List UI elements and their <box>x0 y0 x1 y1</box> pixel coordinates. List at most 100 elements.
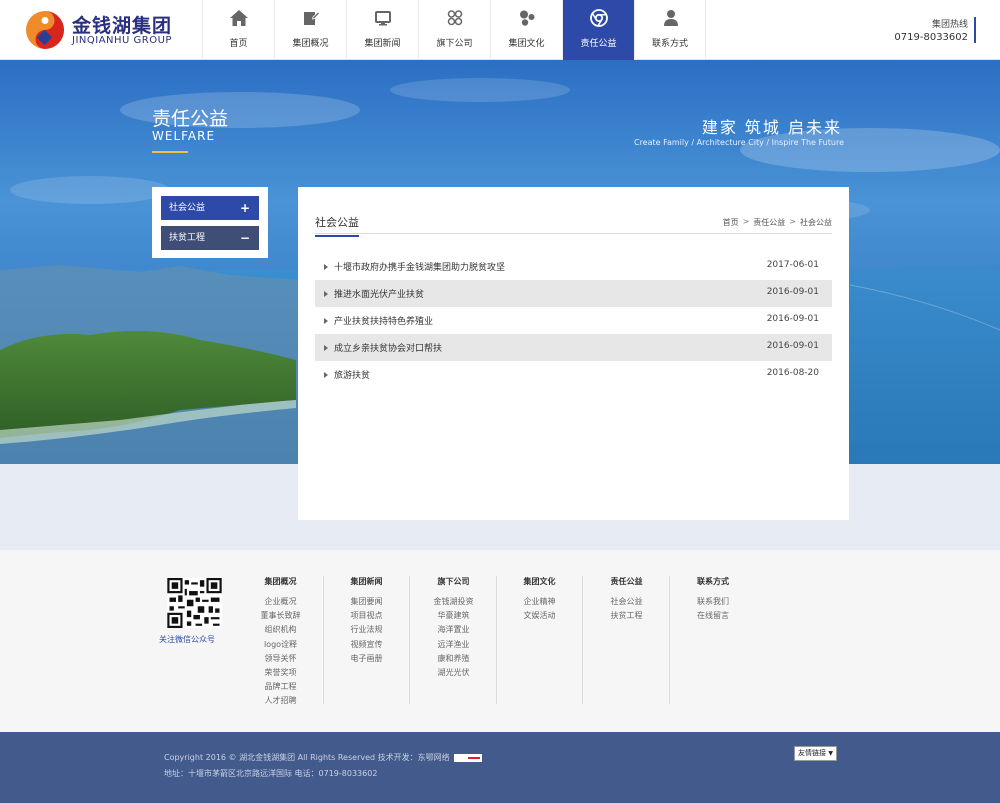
circles-icon <box>520 10 535 26</box>
article-date: 2017-06-01 <box>766 260 819 270</box>
nav-item-companies[interactable]: 旗下公司 <box>418 0 490 60</box>
nav-item-news[interactable]: 集团新闻 <box>346 0 418 60</box>
friend-links-select[interactable]: 友情链接 ▼ <box>794 746 837 761</box>
footer-link[interactable]: 远洋渔业 <box>411 638 496 652</box>
footer-column-title[interactable]: 旗下公司 <box>411 576 496 587</box>
footer-column-contact: 联系方式 联系我们 在线留言 <box>670 576 756 704</box>
footer-link[interactable]: 荣誉奖项 <box>238 666 323 680</box>
title-underline <box>152 151 188 153</box>
list-item[interactable]: 推进水面光伏产业扶贫 2016-09-01 <box>315 280 832 307</box>
copyright-line: Copyright 2016 © 湖北金钱湖集团 All Rights Rese… <box>164 752 483 763</box>
side-item-label: 社会公益 <box>169 203 206 213</box>
footer-link[interactable]: 华豪建筑 <box>411 609 496 623</box>
side-menu: 社会公益 + 扶贫工程 − <box>152 187 268 258</box>
footer-link[interactable]: 人才招聘 <box>238 694 323 708</box>
logo[interactable]: 金钱湖集团 JINQIANHU GROUP <box>24 7 174 53</box>
article-title[interactable]: 推进水面光伏产业扶贫 <box>334 287 424 300</box>
article-title[interactable]: 产业扶贫扶持特色养殖业 <box>334 314 433 327</box>
breadcrumb-home[interactable]: 首页 <box>723 217 739 228</box>
slogan-en: Create Family / Architecture City / Insp… <box>633 138 844 147</box>
footer-column-welfare: 责任公益 社会公益 扶贫工程 <box>584 576 670 704</box>
footer-link[interactable]: 电子画册 <box>324 652 409 666</box>
article-list: 十堰市政府办携手金钱湖集团助力脱贫攻坚 2017-06-01 推进水面光伏产业扶… <box>315 253 832 388</box>
qr-code-icon <box>167 578 222 628</box>
slogan: 建家 筑城 启未来 <box>701 118 842 137</box>
nav-label: 集团概况 <box>292 39 329 49</box>
triangle-bullet-icon <box>324 291 328 297</box>
nav-item-contact[interactable]: 联系方式 <box>634 0 706 60</box>
triangle-bullet-icon <box>324 345 328 351</box>
side-item-social-welfare[interactable]: 社会公益 + <box>161 196 259 220</box>
hotline-number: 0719-8033602 <box>894 32 968 43</box>
footer-column-title[interactable]: 集团文化 <box>497 576 582 587</box>
nav-label: 联系方式 <box>651 39 688 49</box>
hotline-label: 集团热线 <box>931 20 968 30</box>
site-header: 金钱湖集团 JINQIANHU GROUP 首页 集团概况 集团新闻 旗下公司 … <box>0 0 1000 60</box>
breadcrumb-current[interactable]: 社会公益 <box>800 217 832 228</box>
list-item[interactable]: 旅游扶贫 2016-08-20 <box>315 361 832 388</box>
footer-link[interactable]: 文娱活动 <box>497 609 582 623</box>
minus-icon: − <box>239 231 250 245</box>
footer-link[interactable]: 项目视点 <box>324 609 409 623</box>
footer-link[interactable]: 海洋置业 <box>411 623 496 637</box>
list-item[interactable]: 成立乡亲扶贫协会对口帮扶 2016-09-01 <box>315 334 832 361</box>
edit-icon <box>304 11 321 25</box>
footer-link[interactable]: 领导关怀 <box>238 652 323 666</box>
footer-link[interactable]: 视频宣传 <box>324 638 409 652</box>
qr-label: 关注微信公众号 <box>159 635 215 644</box>
content-header: 社会公益 首页 > 责任公益 > 社会公益 <box>315 212 832 237</box>
article-date: 2016-09-01 <box>766 341 819 351</box>
monitor-icon <box>375 11 391 26</box>
article-title[interactable]: 成立乡亲扶贫协会对口帮扶 <box>334 341 442 354</box>
caret-down-icon: ▼ <box>828 750 833 757</box>
page-title: 责任公益 <box>152 108 229 130</box>
footer-link[interactable]: 组织机构 <box>238 623 323 637</box>
footer-link[interactable]: 品牌工程 <box>238 680 323 694</box>
footer-link[interactable]: 企业精神 <box>497 595 582 609</box>
footer-link[interactable]: 社会公益 <box>584 595 669 609</box>
footer-link[interactable]: 企业概况 <box>238 595 323 609</box>
address-line: 地址：十堰市茅箭区北京路远洋国际 电话：0719-8033602 <box>164 769 378 778</box>
footer-column-news: 集团新闻 集团要闻 项目视点 行业法规 视频宣传 电子画册 <box>324 576 410 704</box>
footer-link[interactable]: 湖光光伏 <box>411 666 496 680</box>
footer-link[interactable]: 集团要闻 <box>324 595 409 609</box>
logo-text-cn: 金钱湖集团 <box>72 15 173 37</box>
chrome-icon <box>590 9 608 27</box>
footer-link[interactable]: 行业法规 <box>324 623 409 637</box>
user-icon <box>664 10 678 26</box>
list-item[interactable]: 十堰市政府办携手金钱湖集团助力脱贫攻坚 2017-06-01 <box>315 253 832 280</box>
breadcrumb-separator: > <box>742 217 750 226</box>
nav-item-overview[interactable]: 集团概况 <box>274 0 346 60</box>
developer-badge-icon[interactable] <box>454 753 483 762</box>
footer-link[interactable]: 康和养殖 <box>411 652 496 666</box>
logo-text-en: JINQIANHU GROUP <box>72 35 172 46</box>
footer-link[interactable]: 董事长致辞 <box>238 609 323 623</box>
nav-item-culture[interactable]: 集团文化 <box>490 0 562 60</box>
footer-link[interactable]: 联系我们 <box>670 595 756 609</box>
copyright-text: Copyright 2016 © 湖北金钱湖集团 All Rights Rese… <box>164 753 450 762</box>
breadcrumb-welfare[interactable]: 责任公益 <box>753 217 785 228</box>
footer-column-title[interactable]: 集团新闻 <box>324 576 409 587</box>
footer-column-title[interactable]: 联系方式 <box>670 576 756 587</box>
footer-column-title[interactable]: 集团概况 <box>238 576 323 587</box>
nav-item-welfare[interactable]: 责任公益 <box>562 0 634 60</box>
side-item-poverty-relief[interactable]: 扶贫工程 − <box>161 226 259 250</box>
footer-link[interactable]: logo诠释 <box>238 638 323 652</box>
nav-item-home[interactable]: 首页 <box>202 0 274 60</box>
footer-column-title[interactable]: 责任公益 <box>584 576 669 587</box>
triangle-bullet-icon <box>324 318 328 324</box>
friend-links-label: 友情链接 <box>798 749 826 757</box>
copyright-bar: Copyright 2016 © 湖北金钱湖集团 All Rights Rese… <box>0 732 1000 803</box>
breadcrumb-separator: > <box>789 217 796 226</box>
content-title: 社会公益 <box>315 214 359 237</box>
article-title[interactable]: 十堰市政府办携手金钱湖集团助力脱贫攻坚 <box>334 260 505 273</box>
footer-link[interactable]: 金钱湖投资 <box>411 595 496 609</box>
footer-link[interactable]: 在线留言 <box>670 609 756 623</box>
page-title-en: WELFARE <box>152 129 216 143</box>
list-item[interactable]: 产业扶贫扶持特色养殖业 2016-09-01 <box>315 307 832 334</box>
nav-label: 责任公益 <box>580 39 617 49</box>
breadcrumb: 首页 > 责任公益 > 社会公益 <box>723 217 832 228</box>
content-panel: 社会公益 首页 > 责任公益 > 社会公益 十堰市政府办携手金钱湖集团助力脱贫攻… <box>298 187 849 520</box>
footer-link[interactable]: 扶贫工程 <box>584 609 669 623</box>
article-title[interactable]: 旅游扶贫 <box>334 368 370 381</box>
